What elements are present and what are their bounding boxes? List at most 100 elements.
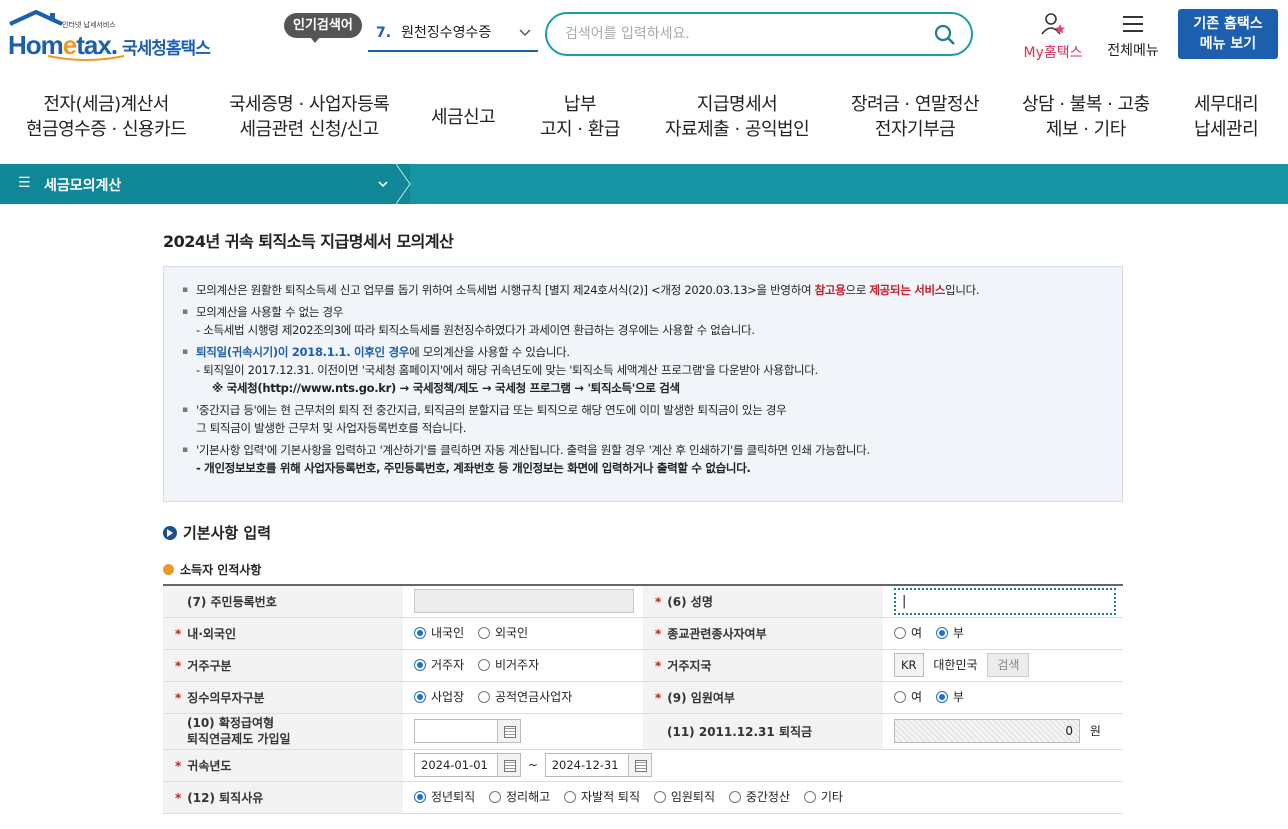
subsection-title: 소득자 인적사항	[163, 561, 261, 578]
religious-label: * 종교관련종사자여부	[643, 617, 883, 650]
popular-term: 원천징수영수증	[401, 25, 492, 41]
db-pension-label: (10) 확정급여형 퇴직연금제도 가입일	[163, 713, 403, 750]
notice-item: '기본사항 입력'에 기본사항을 입력하고 '계산하기'를 클릭하면 자동 계산…	[182, 441, 1122, 459]
calendar-icon[interactable]	[497, 719, 521, 743]
calendar-icon[interactable]	[497, 753, 521, 777]
chevron-down-icon	[518, 18, 532, 59]
radio-domestic[interactable]: 내국인	[414, 624, 464, 641]
radio-reason-voluntary[interactable]: 자발적 퇴직	[564, 788, 640, 805]
radio-religious-no[interactable]: 부	[935, 624, 964, 641]
table-row: * 귀속년도 2024-01-01 ~ 2024-12-31	[163, 749, 1123, 782]
rrn-label: (7) 주민등록번호	[163, 585, 403, 618]
radio-public-pension[interactable]: 공적연금사업자	[477, 688, 572, 705]
residency-label: * 거주구분	[163, 649, 403, 682]
gnb-certificate-registration[interactable]: 국세증명 · 사업자등록 세금관련 신청/신고	[229, 92, 390, 142]
hamburger-icon	[1123, 16, 1143, 32]
notice-subitem: - 개인정보보호를 위해 사업자등록번호, 주민등록번호, 계좌번호 등 개인정…	[196, 461, 751, 475]
country-code-field: KR	[894, 653, 924, 677]
popular-search-badge: 인기검색어	[284, 13, 362, 43]
my-hometax-label: My홈택스	[1023, 45, 1083, 61]
withholding-type-label: * 징수의무자구분	[163, 681, 403, 714]
gnb-e-invoice[interactable]: 전자(세금)계산서 현금영수증 · 신용카드	[26, 92, 187, 142]
radio-non-resident[interactable]: 비거주자	[477, 656, 539, 673]
basic-info-table: (7) 주민등록번호 * (6) 성명 | * 내·외국인 내국인 외국인 * 종교관…	[163, 584, 1123, 814]
country-name: 대한민국	[933, 657, 978, 672]
sub-menu-selector[interactable]: ☰ 세금모의계산	[0, 164, 410, 204]
popular-search-select[interactable]: 7. 원천징수영수증	[368, 18, 538, 52]
gnb-tax-agent[interactable]: 세무대리 납세관리	[1194, 92, 1259, 142]
search-icon[interactable]	[933, 23, 957, 51]
radio-reason-other[interactable]: 기타	[803, 788, 843, 805]
table-row: (10) 확정급여형 퇴직연금제도 가입일 (11) 2011.12.31 퇴직금…	[163, 713, 1123, 750]
radio-religious-yes[interactable]: 여	[894, 624, 922, 641]
name-field[interactable]: |	[894, 587, 1116, 615]
notice-subitem: - 소득세법 시행령 제202조의3에 따라 퇴직소득세를 원천징수하였다가 과…	[196, 323, 755, 337]
menu-icon: ☰	[18, 175, 31, 191]
table-row: (7) 주민등록번호 * (6) 성명 |	[163, 585, 1123, 618]
gnb-tax-filing[interactable]: 세금신고	[431, 105, 496, 130]
breadcrumb-arrow-icon	[396, 164, 411, 204]
gnb-consult-appeal[interactable]: 상담 · 불복 · 고충 제보 · 기타	[1022, 92, 1150, 142]
date-from-input[interactable]: 2024-01-01	[414, 753, 498, 777]
all-menu-button[interactable]: 전체메뉴	[1102, 12, 1164, 60]
radio-resident[interactable]: 거주자	[414, 656, 464, 673]
old-hometax-menu-button[interactable]: 기존 홈택스 메뉴 보기	[1178, 9, 1278, 59]
country-search-button[interactable]: 검색	[987, 653, 1030, 677]
won-unit: 원	[1089, 723, 1101, 738]
logo-korean-name: 국세청홈택스	[122, 39, 211, 59]
popular-rank: 7.	[376, 25, 392, 41]
severance-2011-label: (11) 2011.12.31 퇴직금	[643, 713, 883, 750]
arrow-circle-icon	[163, 526, 177, 540]
radio-executive-no[interactable]: 부	[935, 688, 964, 705]
radio-foreign[interactable]: 외국인	[477, 624, 528, 641]
residence-country-label: * 거주지국	[643, 649, 883, 682]
logo-swoosh-icon	[47, 55, 125, 61]
radio-workplace[interactable]: 사업장	[414, 688, 464, 705]
my-hometax-link[interactable]: My홈택스	[1018, 12, 1088, 62]
radio-reason-layoff[interactable]: 정리해고	[489, 788, 550, 805]
gnb-payment-statement[interactable]: 지급명세서 자료제출 · 공익법인	[665, 92, 810, 142]
nationality-label: * 내·외국인	[163, 617, 403, 650]
table-row: * 징수의무자구분 사업장 공적연금사업자 * (9) 임원여부 여 부	[163, 681, 1123, 714]
header: 인터넷 납세서비스 Hometax. 국세청홈택스 인기검색어 7. 원천징수영수…	[0, 0, 1288, 72]
rrn-field	[414, 589, 634, 614]
table-row: * 내·외국인 내국인 외국인 * 종교관련종사자여부 여 부	[163, 617, 1123, 650]
gnb-payment[interactable]: 납부 고지 · 환급	[540, 92, 620, 142]
retirement-reason-label: * (12) 퇴직사유	[163, 781, 403, 814]
old-hometax-line2: 메뉴 보기	[1199, 36, 1257, 52]
radio-reason-interim[interactable]: 중간정산	[728, 788, 790, 805]
executive-label: * (9) 임원여부	[643, 681, 883, 714]
notice-box: 모의계산은 원활한 퇴직소득세 신고 업무를 돕기 위하여 소득세법 시행규칙 …	[163, 266, 1123, 502]
attribution-year-label: * 귀속년도	[163, 749, 403, 782]
table-row: * 거주구분 거주자 비거주자 * 거주지국 KR 대한민국 검색	[163, 649, 1123, 682]
notice-item: 모의계산을 사용할 수 없는 경우	[182, 303, 1122, 321]
notice-subitem: ※ 국세청(http://www.nts.go.kr) → 국세정책/제도 → …	[212, 381, 680, 395]
bullet-circle-icon	[163, 564, 174, 575]
user-star-icon	[1041, 13, 1065, 35]
logo-tagline: 인터넷 납세서비스	[62, 21, 116, 29]
sub-menu-title: 세금모의계산	[44, 178, 122, 194]
notice-subitem: 그 퇴직금이 발생한 근무처 및 사업자등록번호를 적습니다.	[196, 421, 467, 435]
date-to-input[interactable]: 2024-12-31	[544, 753, 629, 777]
gnb-incentive-yearend[interactable]: 장려금 · 연말정산 전자기부금	[851, 92, 980, 142]
calendar-icon[interactable]	[627, 753, 652, 777]
notice-subitem: - 퇴직일이 2017.12.31. 이전이면 '국세청 홈페이지'에서 해당 …	[196, 363, 818, 377]
radio-reason-executive[interactable]: 임원퇴직	[653, 788, 715, 805]
all-menu-label: 전체메뉴	[1107, 43, 1159, 59]
name-label: * (6) 성명	[643, 585, 883, 618]
hometax-logo[interactable]: 인터넷 납세서비스 Hometax. 국세청홈택스	[6, 10, 221, 62]
sub-menu-bar: ☰ 세금모의계산	[0, 164, 1288, 204]
search-input[interactable]	[565, 23, 925, 45]
radio-executive-yes[interactable]: 여	[894, 688, 922, 705]
radio-reason-retirement-age[interactable]: 정년퇴직	[414, 788, 475, 805]
chevron-down-icon	[377, 175, 389, 197]
page-title: 2024년 귀속 퇴직소득 지급명세서 모의계산	[163, 232, 454, 251]
old-hometax-line1: 기존 홈택스	[1193, 16, 1263, 32]
date-range-separator: ~	[527, 757, 538, 772]
severance-2011-field: 0	[894, 719, 1080, 743]
notice-item: '중간지급 등'에는 현 근무처의 퇴직 전 중간지급, 퇴직금의 분할지급 또…	[182, 401, 1122, 419]
main-navigation: 전자(세금)계산서 현금영수증 · 신용카드 국세증명 · 사업자등록 세금관련 신…	[0, 72, 1288, 164]
search-box	[545, 12, 973, 56]
db-pension-date-input[interactable]	[414, 719, 498, 743]
notice-item: 퇴직일(귀속시기)이 2018.1.1. 이후인 경우에 모의계산을 사용할 수…	[182, 343, 1122, 361]
